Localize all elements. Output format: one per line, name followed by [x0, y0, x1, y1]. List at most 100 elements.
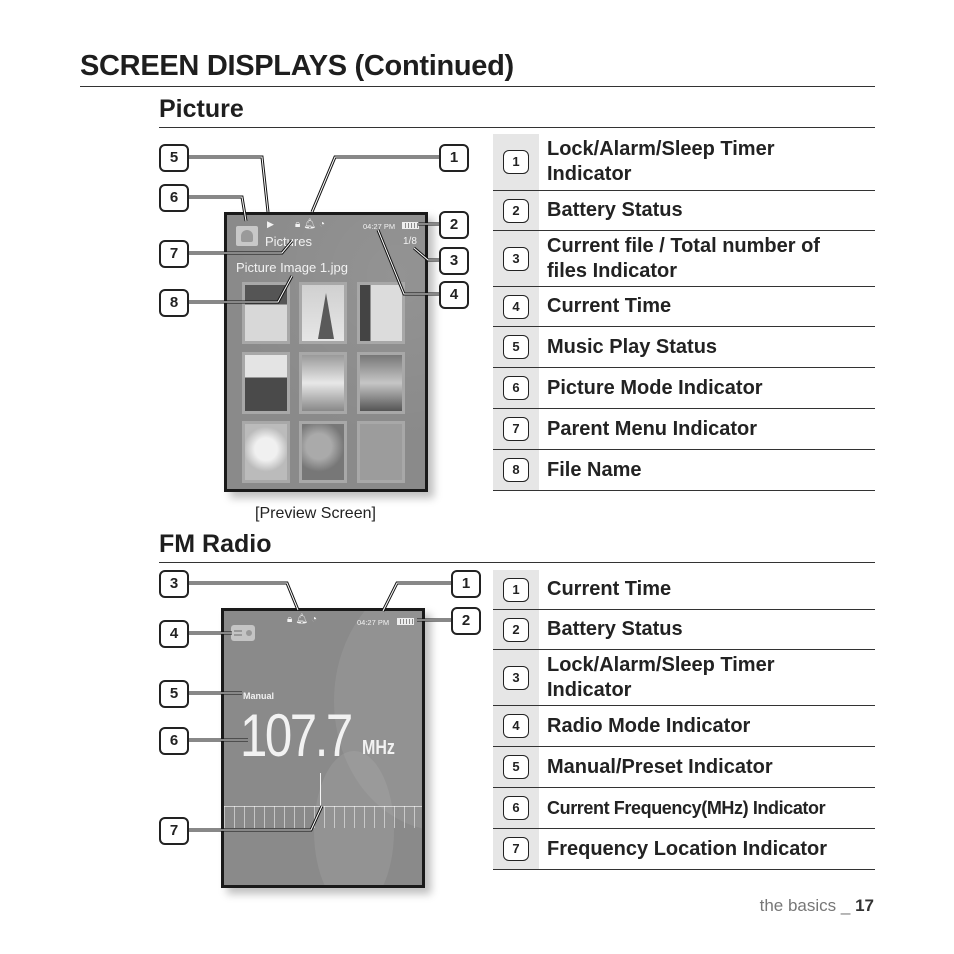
picture-legend-table: 1 Lock/Alarm/Sleep Timer Indicator 2 Batte…: [493, 134, 875, 491]
legend-label: Music Play Status: [547, 335, 718, 358]
callout-badge: 4: [439, 281, 469, 309]
legend-number: 4: [503, 294, 529, 319]
battery-icon: [402, 222, 419, 229]
legend-row: 5 Music Play Status: [493, 327, 875, 368]
legend-number: 7: [503, 417, 529, 441]
legend-label: Picture Mode Indicator: [547, 376, 763, 399]
legend-label: Current Frequency(MHz) Indicator: [547, 797, 826, 818]
leader-1: [381, 581, 452, 612]
legend-number: 4: [503, 714, 529, 738]
callout-badge: 6: [159, 727, 189, 755]
thumbnail-empty[interactable]: [357, 421, 405, 483]
fm-radio-divider: [159, 562, 875, 563]
legend-row: 6 Picture Mode Indicator: [493, 368, 875, 409]
callout-badge: 5: [159, 144, 189, 172]
legend-label: Lock/Alarm/Sleep Timer Indicator: [547, 653, 775, 701]
thumbnail-dog[interactable]: [357, 282, 405, 344]
leader-5: [188, 155, 270, 213]
bell-icon: 🔔︎: [295, 614, 312, 625]
preview-screen-caption: [Preview Screen]: [255, 505, 376, 522]
legend-row: 1 Lock/Alarm/Sleep Timer Indicator: [493, 134, 875, 191]
picture-mode-icon: [236, 226, 258, 246]
picture-divider: [159, 127, 875, 128]
leader-3: [188, 581, 300, 611]
frequency-location-indicator: [320, 773, 321, 807]
legend-label: Radio Mode Indicator: [547, 714, 751, 737]
callout-badge: 7: [159, 240, 189, 268]
leader-1: [310, 155, 440, 213]
legend-row: 2 Battery Status: [493, 610, 875, 650]
legend-row: 3 Current file / Total number of files In…: [493, 231, 875, 287]
current-time: 04:27 PM: [363, 222, 396, 231]
legend-number: 8: [503, 458, 529, 482]
fm-radio-heading: FM Radio: [159, 530, 272, 558]
callout-badge: 1: [439, 144, 469, 172]
legend-label: Battery Status: [547, 199, 683, 221]
legend-number: 5: [503, 335, 529, 359]
page-title: SCREEN DISPLAYS (Continued): [80, 50, 514, 82]
legend-number: 2: [503, 617, 529, 642]
manual-preset-label: Manual: [243, 691, 275, 701]
legend-row: 5 Manual/Preset Indicator: [493, 747, 875, 788]
legend-label: Current Time: [547, 295, 672, 317]
legend-number: 6: [503, 796, 529, 820]
frequency-scale-ticks: [224, 806, 422, 828]
callout-badge: 8: [159, 289, 189, 317]
thumbnail-seal[interactable]: [242, 421, 290, 483]
callout-badge: 1: [451, 570, 481, 598]
legend-row: 2 Battery Status: [493, 191, 875, 231]
thumbnail-vintage-car[interactable]: [299, 352, 347, 414]
legend-number: 7: [503, 837, 529, 861]
thumbnail-eiffel-tower[interactable]: [299, 282, 347, 344]
clock-icon: ◔: [311, 614, 321, 625]
legend-number: 3: [503, 665, 529, 690]
legend-row: 4 Radio Mode Indicator: [493, 706, 875, 747]
legend-number: 6: [503, 376, 529, 400]
legend-row: 1 Current Time: [493, 570, 875, 610]
legend-row: 7 Parent Menu Indicator: [493, 409, 875, 450]
callout-badge: 2: [451, 607, 481, 635]
picture-heading: Picture: [159, 95, 244, 123]
callout-badge: 2: [439, 211, 469, 239]
radio-mode-icon: [231, 625, 255, 641]
bell-icon: 🔔︎: [303, 219, 320, 230]
parent-menu-label: Pictures: [265, 234, 312, 249]
legend-label: Parent Menu Indicator: [547, 417, 758, 440]
legend-label: Frequency Location Indicator: [547, 837, 828, 860]
callout-badge: 4: [159, 620, 189, 648]
callout-badge: 6: [159, 184, 189, 212]
thumbnail-shop[interactable]: [357, 352, 405, 414]
legend-row: 4 Current Time: [493, 287, 875, 327]
frequency-value: 107.7: [240, 702, 353, 769]
clock-icon: ◔: [319, 219, 329, 230]
fm-radio-screen: 🔒︎🔔︎◔ 04:27 PM Manual 107.7 MHz: [221, 608, 425, 888]
thumbnail-cat[interactable]: [242, 282, 290, 344]
legend-number: 5: [503, 755, 529, 779]
legend-row: 7 Frequency Location Indicator: [493, 829, 875, 870]
legend-label: Manual/Preset Indicator: [547, 755, 773, 778]
legend-label: Battery Status: [547, 618, 683, 640]
callout-badge: 3: [439, 247, 469, 275]
page-footer: the basics _ 17: [760, 896, 874, 916]
play-icon: ▶: [267, 219, 274, 229]
picture-preview-screen: ▶ 🔒︎🔔︎◔ 04:27 PM Pictures 1/8 Picture Im…: [224, 212, 428, 492]
file-name: Picture Image 1.jpg: [236, 260, 349, 275]
legend-label: Current Time: [547, 578, 672, 600]
battery-icon: [397, 618, 414, 625]
legend-number: 3: [503, 246, 529, 271]
footer-section-label: the basics _: [759, 896, 856, 915]
current-time: 04:27 PM: [357, 618, 390, 627]
thumbnail-food[interactable]: [299, 421, 347, 483]
thumbnail-pagoda[interactable]: [242, 352, 290, 414]
callout-badge: 3: [159, 570, 189, 598]
status-icons: 🔒︎🔔︎◔: [295, 219, 328, 230]
legend-label: Lock/Alarm/Sleep Timer Indicator: [547, 138, 775, 185]
fm-radio-legend-table: 1 Current Time 2 Battery Status 3 Lock/Alar…: [493, 570, 875, 870]
legend-row: 3 Lock/Alarm/Sleep Timer Indicator: [493, 650, 875, 706]
legend-number: 1: [503, 577, 529, 602]
frequency-unit: MHz: [362, 737, 395, 759]
callout-badge: 5: [159, 680, 189, 708]
page-number: 17: [855, 896, 874, 915]
title-divider: [80, 86, 875, 87]
legend-label: File Name: [547, 458, 642, 481]
